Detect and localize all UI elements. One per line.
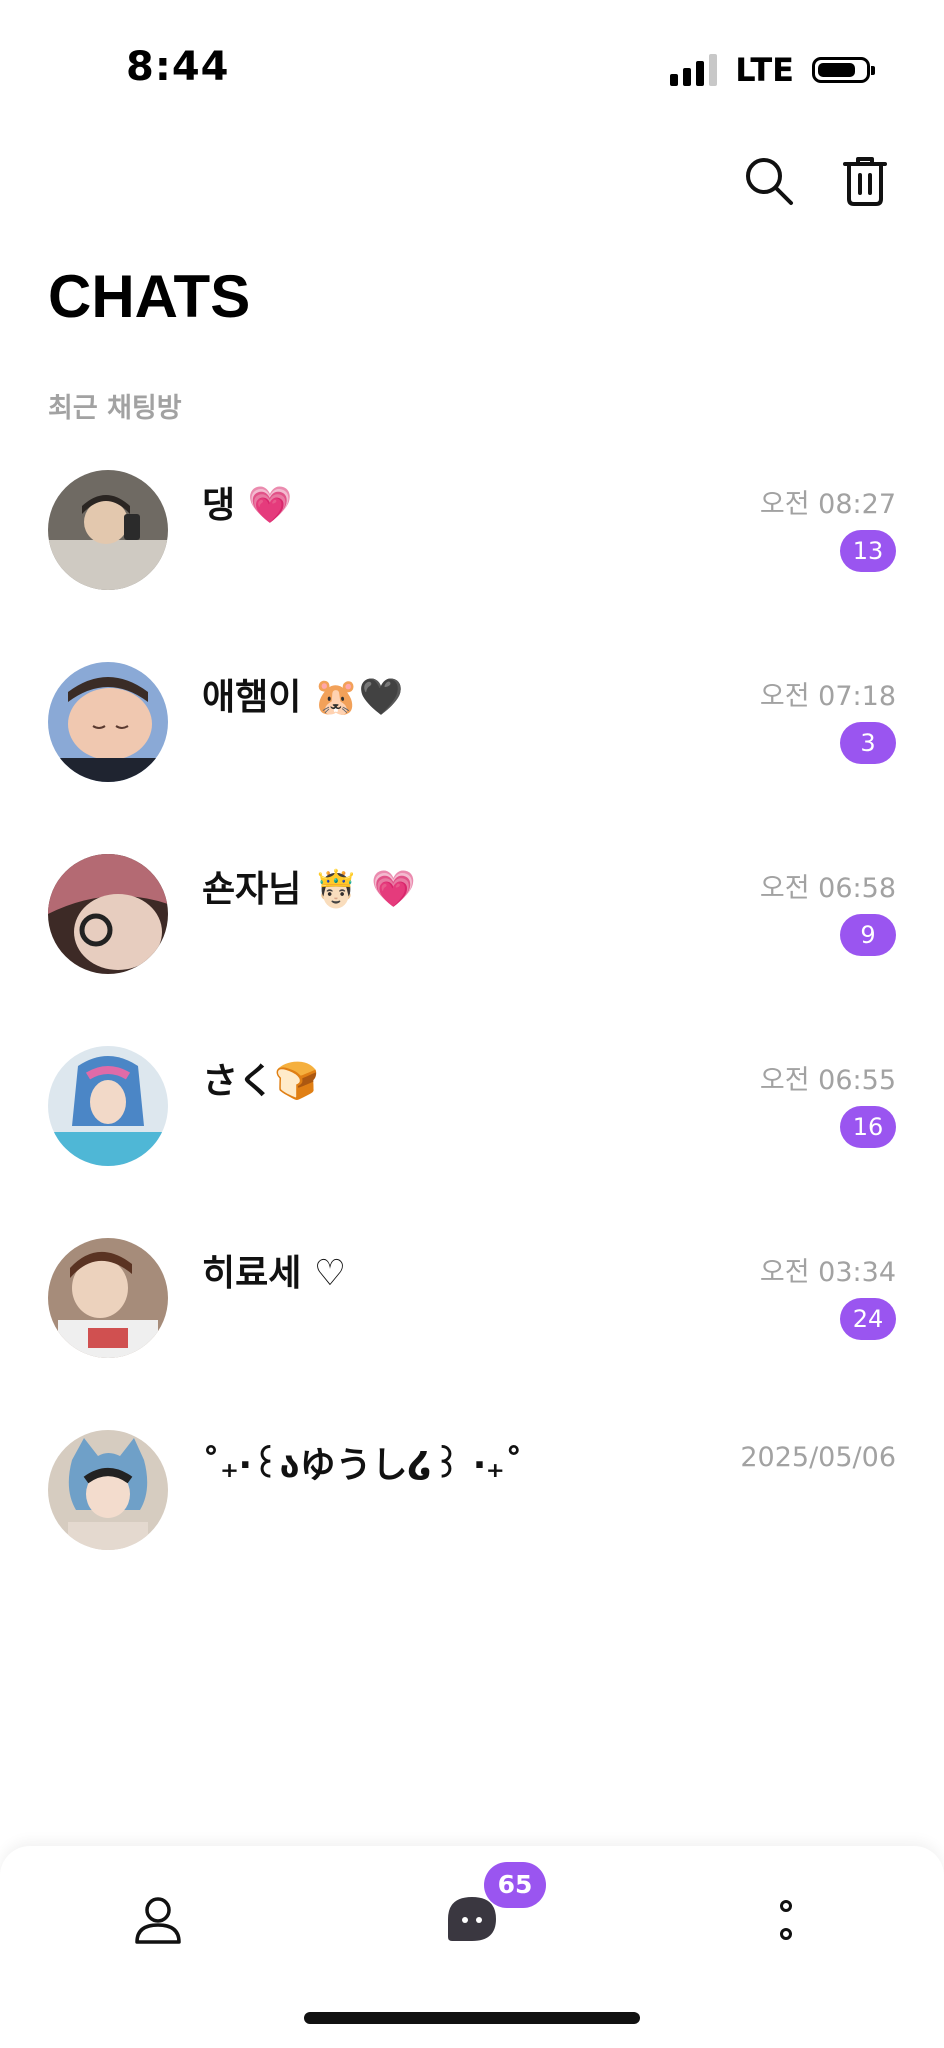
search-button[interactable] [742,154,796,208]
avatar [48,470,168,590]
chat-name: 숀자님 🤴🏻 💗 [202,869,417,910]
avatar [48,662,168,782]
more-icon [780,1900,792,1940]
chat-row[interactable]: 히료세 ♡ 오전 03:34 24 [0,1238,944,1410]
avatar [48,854,168,974]
unread-badge: 16 [840,1106,896,1148]
chat-time: 오전 08:27 [759,489,896,520]
chat-name: 애햄이 🐹🖤 [202,677,404,718]
chat-row[interactable]: ˚₊‧꒰აゆうし໒꒱ ‧₊˚ 2025/05/06 [0,1430,944,1602]
chat-name: 히료세 ♡ [202,1253,347,1294]
nav-friends[interactable] [118,1880,198,1960]
chat-time: 오전 06:58 [759,873,896,904]
chat-name: 댕 💗 [202,485,293,526]
chat-name: さく🍞 [202,1061,319,1102]
section-label-recent-chats: 최근 채팅방 [48,393,182,424]
battery-icon [812,57,875,83]
nav-unread-badge: 65 [484,1862,546,1908]
header-actions [742,154,892,208]
chat-time: 2025/05/06 [740,1442,896,1473]
person-icon [135,1897,181,1944]
avatar [48,1238,168,1358]
chat-row[interactable]: さく🍞 오전 06:55 16 [0,1046,944,1218]
chat-row[interactable]: 숀자님 🤴🏻 💗 오전 06:58 9 [0,854,944,1026]
chat-time: 오전 06:55 [759,1065,896,1096]
status-time: 8:44 [126,44,230,90]
network-label: LTE [735,51,794,89]
unread-badge: 13 [840,530,896,572]
avatar [48,1046,168,1166]
chat-row[interactable]: 애햄이 🐹🖤 오전 07:18 3 [0,662,944,834]
unread-badge: 9 [840,914,896,956]
avatar [48,1430,168,1550]
unread-badge: 3 [840,722,896,764]
delete-button[interactable] [838,154,892,208]
chat-name: ˚₊‧꒰აゆうし໒꒱ ‧₊˚ [202,1445,523,1486]
nav-more[interactable] [746,1880,826,1960]
unread-badge: 24 [840,1298,896,1340]
chat-row[interactable]: 댕 💗 오전 08:27 13 [0,470,944,642]
page-title: CHATS [48,263,251,330]
chat-time: 오전 03:34 [759,1257,896,1288]
status-indicators: LTE [670,50,875,90]
search-icon [746,158,793,205]
trash-icon [843,157,887,206]
chat-time: 오전 07:18 [759,681,896,712]
home-indicator[interactable] [304,2012,640,2024]
signal-icon [670,54,718,86]
